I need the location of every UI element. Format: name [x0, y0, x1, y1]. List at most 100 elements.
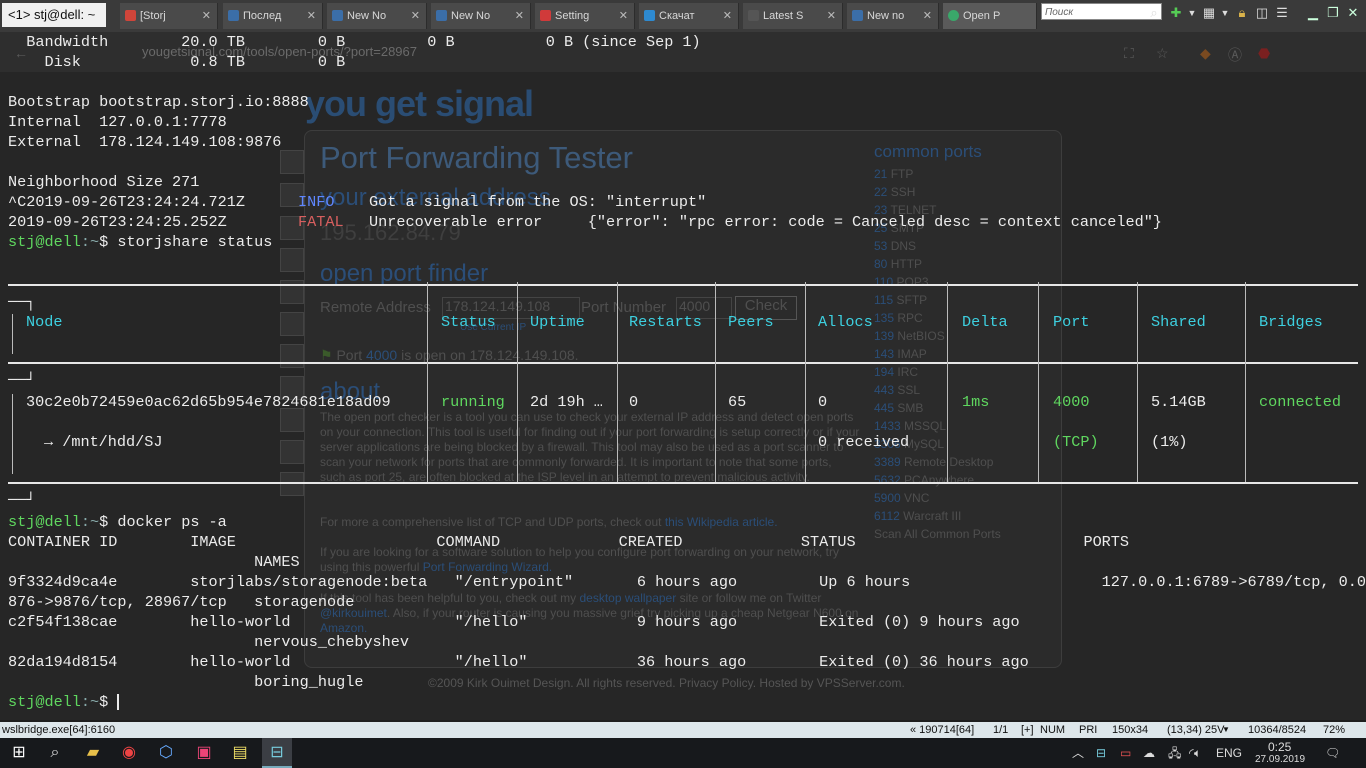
clock-date[interactable]: 27.09.2019 [1255, 752, 1305, 768]
close-icon[interactable]: ✕ [923, 3, 932, 29]
plus-indicator[interactable]: [+] [1021, 722, 1034, 738]
close-icon[interactable]: ✕ [202, 3, 211, 29]
prompt-dollar: $ [99, 513, 109, 531]
table-corner: ──┐ [8, 293, 36, 311]
notification-icon[interactable]: 🗨︎ [1325, 745, 1340, 761]
wifi-icon[interactable]: ◜ [1189, 745, 1194, 761]
browser-tab[interactable]: Скачат ✕ [639, 3, 739, 29]
minimize-button[interactable]: ▁ [1304, 4, 1322, 22]
status-bar: wslbridge.exe[64]:6160 « 190714[64] 1/1 … [0, 722, 1366, 738]
column-header: Allocs [818, 313, 873, 331]
text-cursor [117, 693, 120, 710]
browser-tab[interactable]: Послед ✕ [223, 3, 323, 29]
page-icon [332, 10, 343, 21]
column-divider [617, 282, 618, 482]
browser-tab[interactable]: New No ✕ [327, 3, 427, 29]
node-shared-pct: (1%) [1151, 433, 1188, 451]
chevron-down-icon[interactable]: ▼ [1222, 722, 1230, 738]
bootstrap-line: Bootstrap bootstrap.storj.io:8888 [8, 93, 309, 111]
column-header: Status [441, 313, 496, 331]
cloud-icon[interactable]: ☁ [1143, 745, 1155, 761]
close-icon[interactable]: ✕ [515, 3, 524, 29]
column-header: Uptime [530, 313, 585, 331]
battery-icon[interactable]: ▭ [1120, 745, 1131, 761]
chevron-down-icon[interactable]: ▼ [1217, 5, 1233, 21]
browser-tab-active[interactable]: Open P [943, 3, 1037, 29]
close-button[interactable]: ✕ [1344, 4, 1362, 22]
tab-label: New No [451, 10, 491, 22]
lock-icon[interactable]: 🔒︎ [1234, 5, 1250, 21]
network-icon[interactable]: 🖧︎ [1168, 745, 1181, 761]
column-header: Delta [962, 313, 1008, 331]
add-icon[interactable]: ✚ [1168, 5, 1184, 21]
skype-icon [644, 10, 655, 21]
menu-icon[interactable]: ☰ [1274, 5, 1290, 21]
virtualbox-icon[interactable]: ⬡ [155, 743, 177, 763]
split-icon[interactable]: ◫ [1254, 5, 1270, 21]
column-divider [12, 314, 13, 354]
log-level-info: INFO [298, 193, 335, 211]
app-icon[interactable]: ▣ [193, 743, 215, 763]
maximize-button[interactable]: ❐ [1324, 4, 1342, 22]
gmail-icon [125, 10, 136, 21]
disk-line: Disk 0.8 TB 0 B [8, 53, 346, 71]
close-icon[interactable]: ✕ [723, 3, 732, 29]
build-info[interactable]: « 190714[64] [910, 722, 974, 738]
node-allocs: 0 [818, 393, 828, 411]
column-divider [427, 282, 428, 482]
close-icon[interactable]: ✕ [827, 3, 836, 29]
tab-strip: <1> stj@dell: ~ [Storj ✕ Послед ✕ New No ✕ … [0, 0, 1366, 32]
chevron-up-icon[interactable]: ︿ [1072, 745, 1084, 761]
language-indicator[interactable]: ENG [1216, 745, 1242, 761]
chrome-icon[interactable]: ◉ [118, 743, 140, 763]
prompt-line: stj@dell:~$ storjshare status [8, 232, 272, 252]
docker-row: 9f3324d9ca4e storjlabs/storagenode:beta … [8, 573, 1366, 591]
close-icon[interactable]: ✕ [307, 3, 316, 29]
layout-icon[interactable]: ▦ [1201, 5, 1217, 21]
chevron-down-icon[interactable]: ▼ [1184, 5, 1200, 21]
file-explorer-icon[interactable]: ▰ [82, 743, 104, 763]
table-corner: ──┘ [8, 371, 36, 389]
prompt-dollar: $ [99, 233, 109, 251]
column-header: Peers [728, 313, 774, 331]
speaker-icon[interactable]: 🔈︎ [1194, 745, 1201, 761]
search-icon[interactable]: ⌕ [1146, 5, 1162, 21]
numlock-indicator: NUM [1040, 724, 1066, 736]
close-icon[interactable]: ✕ [411, 3, 420, 29]
search-icon[interactable]: ⌕ [44, 743, 66, 763]
cursor-position: (13,34) 25V [1167, 724, 1225, 736]
docker-row: 82da194d8154 hello-world "/hello" 36 hou… [8, 653, 1029, 671]
column-header: Node [26, 313, 63, 331]
log-message: Unrecoverable error {"error": "rpc error… [369, 213, 1162, 231]
priority-indicator[interactable]: PRI [1079, 722, 1097, 738]
column-header: Restarts [629, 313, 702, 331]
conemu-taskbar-button[interactable]: ⊟ [262, 738, 292, 768]
prompt-dollar: $ [99, 693, 109, 711]
process-name: wslbridge.exe[64]:6160 [2, 724, 116, 736]
docker-header: CONTAINER ID IMAGE COMMAND CREATED STATU… [8, 533, 1130, 551]
browser-tab[interactable]: New no ✕ [847, 3, 939, 29]
table-border [8, 482, 1358, 484]
conemu-tray-icon[interactable]: ⊟ [1096, 745, 1106, 761]
node-received: 0 received [818, 433, 910, 451]
console-index[interactable]: 1/1 [993, 722, 1008, 738]
notepad-icon[interactable]: ▤ [229, 743, 251, 763]
search-input[interactable]: Поиск [1041, 3, 1162, 20]
terminal-window-title[interactable]: <1> stj@dell: ~ [2, 3, 106, 27]
node-bridges: connected [1259, 393, 1342, 411]
browser-tab[interactable]: [Storj ✕ [120, 3, 218, 29]
column-header: Shared [1151, 313, 1206, 331]
browser-tab[interactable]: Latest S ✕ [743, 3, 843, 29]
prompt-line[interactable]: stj@dell:~$ [8, 692, 120, 712]
page-icon [948, 10, 959, 21]
table-corner: ──┘ [8, 491, 36, 509]
prompt-line: stj@dell:~$ docker ps -a [8, 512, 227, 532]
tab-label: Open P [963, 10, 1001, 22]
terminal-output[interactable]: Bandwidth 20.0 TB 0 B 0 B 0 B (since Sep… [0, 32, 1366, 722]
close-icon[interactable]: ✕ [619, 3, 628, 29]
browser-tab[interactable]: Setting ✕ [535, 3, 635, 29]
prompt-path: :~ [80, 233, 100, 251]
windows-start-icon[interactable]: ⊞ [8, 743, 30, 763]
console-size[interactable]: 150x34 [1112, 722, 1148, 738]
browser-tab[interactable]: New No ✕ [431, 3, 531, 29]
